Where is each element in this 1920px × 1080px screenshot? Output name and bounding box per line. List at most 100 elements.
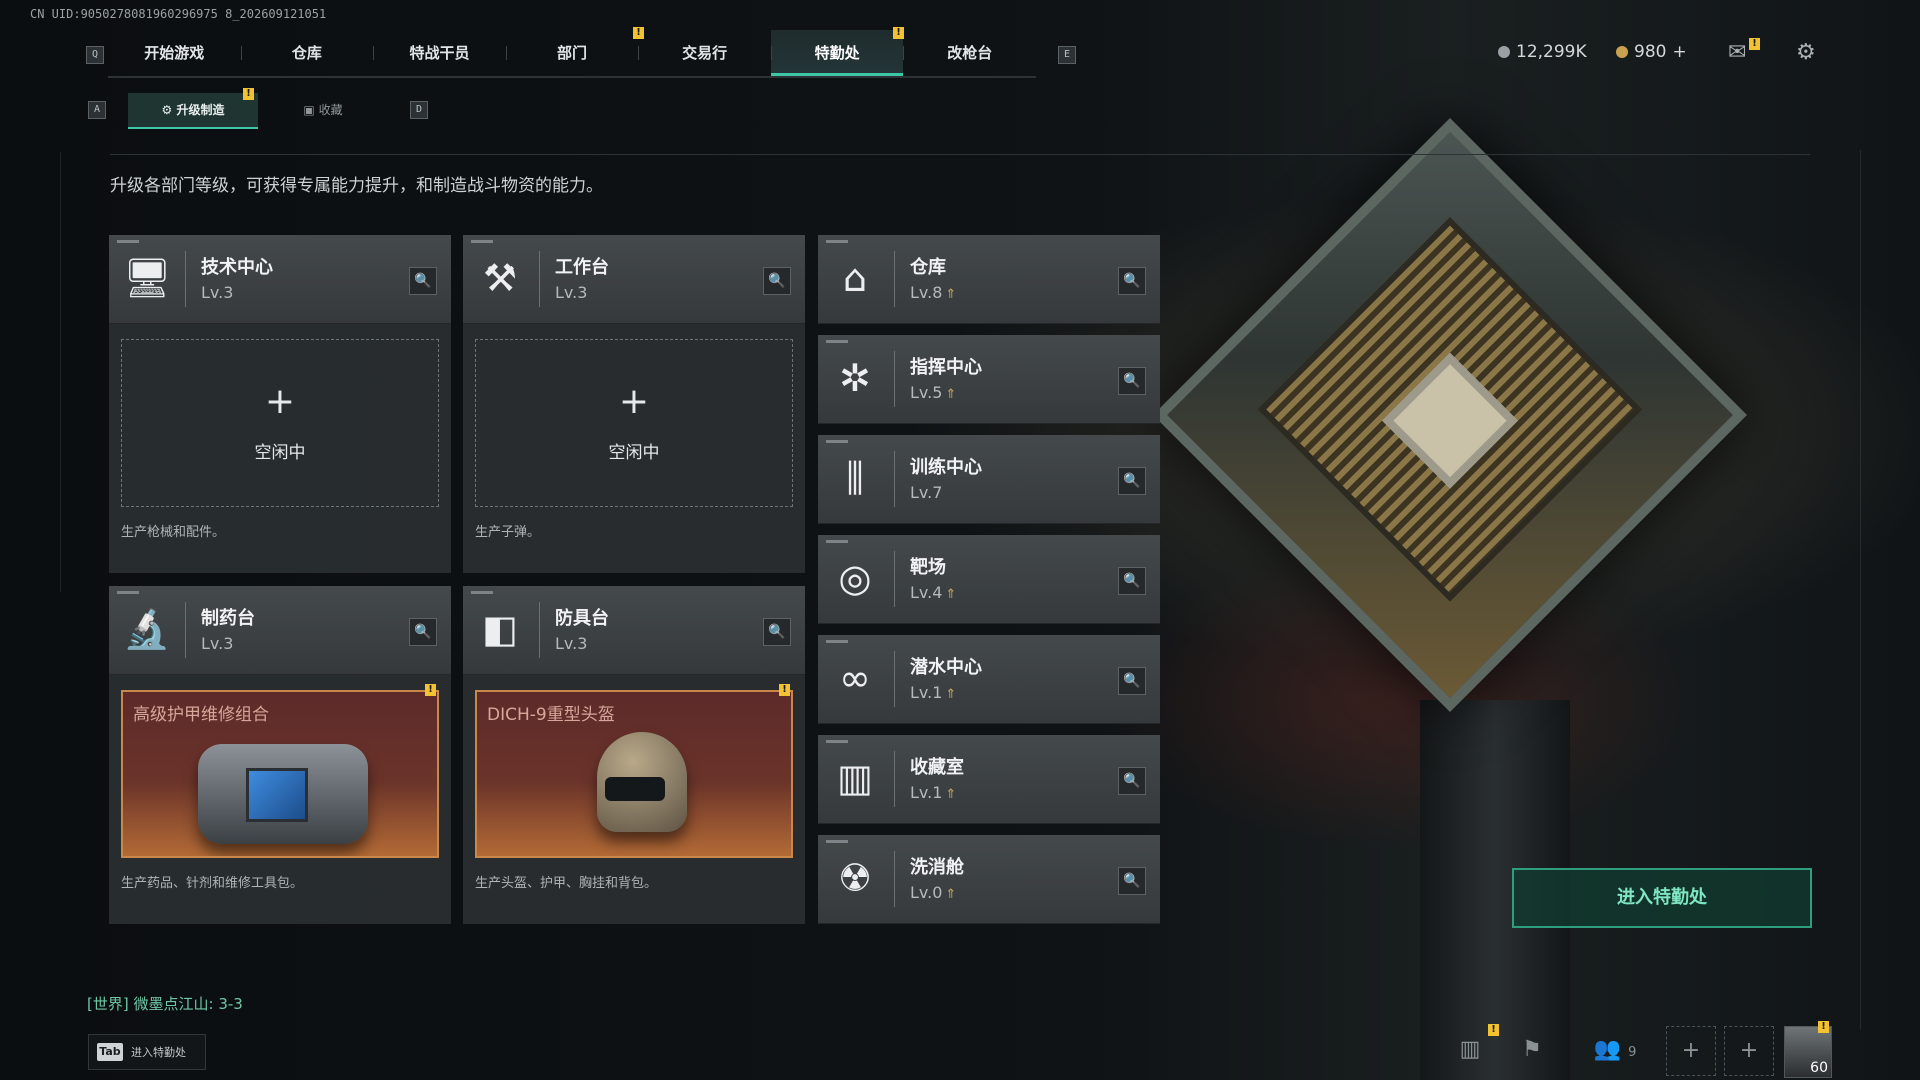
world-chat-line[interactable]: [世界] 微墨点江山: 3-3 <box>87 993 243 1014</box>
tab-operators[interactable]: 特战干员 <box>373 30 506 76</box>
add-gold-button[interactable]: + <box>1672 42 1686 62</box>
notify-badge-avatar: ! <box>1818 1021 1829 1033</box>
search-icon[interactable]: 🔍 <box>409 618 437 646</box>
workshop-note: 生产头盔、护甲、胸挂和背包。 <box>475 876 658 891</box>
stats-icon[interactable]: ▥ <box>1446 1026 1494 1074</box>
tab-trade[interactable]: 交易行 <box>638 30 771 76</box>
flag-icon[interactable]: ⚑ <box>1508 1026 1556 1074</box>
workshop-card-tech-center[interactable]: 🖥 技术中心 Lv.3 🔍 + 空闲中 生产枪械和配件。 <box>109 235 451 573</box>
computer-icon: 🖥 <box>123 256 172 300</box>
divider <box>110 154 1810 155</box>
microscope-icon: 🔬 <box>123 607 171 651</box>
notify-badge-item: ! <box>779 684 790 696</box>
department-diving-center[interactable]: ∞ 潜水中心 Lv.1 ⇑ 🔍 <box>818 635 1160 724</box>
workshop-card-armor[interactable]: ◧ 防具台 Lv.3 🔍 DICH-9重型头盔 ! 生产头盔、护甲、胸挂和背包。 <box>463 586 805 924</box>
tools-icon: ⚒ <box>482 256 518 300</box>
item-name: DICH-9重型头盔 <box>487 705 615 725</box>
search-icon[interactable]: 🔍 <box>763 267 791 295</box>
command-icon: ✲ <box>839 356 871 400</box>
tab-shortcut-hint[interactable]: Tab 进入特勤处 <box>88 1034 206 1070</box>
workshop-note: 生产子弹。 <box>475 525 541 540</box>
upgrade-arrow-icon: ⇑ <box>945 887 957 902</box>
workshop-name: 技术中心 <box>201 257 273 278</box>
tab-warehouse[interactable]: 仓库 <box>240 30 374 76</box>
idle-slot[interactable]: + 空闲中 <box>121 339 439 507</box>
friends-icon: 👥 <box>1593 1037 1622 1062</box>
gold-currency: 980 + <box>1616 42 1687 62</box>
key-hint-prev-subtab: A <box>88 101 106 119</box>
workshop-card-workbench[interactable]: ⚒ 工作台 Lv.3 🔍 + 空闲中 生产子弹。 <box>463 235 805 573</box>
upgrade-arrow-icon: ⇑ <box>945 687 957 702</box>
plus-icon: + <box>264 381 296 422</box>
collection-icon: ▣ <box>303 103 319 117</box>
search-icon[interactable]: 🔍 <box>1118 767 1146 795</box>
workshop-level: Lv.3 <box>555 283 588 302</box>
department-warehouse[interactable]: ⌂ 仓库 Lv.8 ⇑ 🔍 <box>818 235 1160 324</box>
tab-departments[interactable]: 部门 <box>505 30 639 76</box>
key-hint-prev-tab: Q <box>86 46 104 64</box>
page-description: 升级各部门等级，可获得专属能力提升，和制造战斗物资的能力。 <box>110 176 603 196</box>
workshop-note: 生产药品、针剂和维修工具包。 <box>121 876 304 891</box>
notify-badge-departments: ! <box>633 27 644 39</box>
radiation-icon: ☢ <box>837 856 873 900</box>
upgrade-arrow-icon: ⇑ <box>945 287 957 302</box>
tab-special-ops[interactable]: 特勤处 <box>770 30 904 76</box>
user-uid: CN UID:9050278081960296975 8_20260912105… <box>30 7 327 21</box>
heavy-helmet-image <box>597 732 687 832</box>
department-collection-room[interactable]: ▥ 收藏室 Lv.1 ⇑ 🔍 <box>818 735 1160 824</box>
department-shooting-range[interactable]: ◎ 靶场 Lv.4 ⇑ 🔍 <box>818 535 1160 624</box>
subtab-collection[interactable]: ▣ 收藏 <box>258 93 388 127</box>
chat-message: 微墨点江山: 3-3 <box>133 995 243 1013</box>
workshop-name: 制药台 <box>201 608 255 629</box>
upgrade-arrow-icon: ⇑ <box>945 587 957 602</box>
search-icon[interactable]: 🔍 <box>1118 467 1146 495</box>
workshop-name: 防具台 <box>555 608 609 629</box>
department-command-center[interactable]: ✲ 指挥中心 Lv.5 ⇑ 🔍 <box>818 335 1160 424</box>
silver-currency: 12,299K <box>1498 42 1587 62</box>
department-decon-chamber[interactable]: ☢ 洗消舱 Lv.0 ⇑ 🔍 <box>818 835 1160 924</box>
upgrade-arrow-icon: ⇑ <box>945 787 957 802</box>
notify-badge-special-ops: ! <box>893 27 904 39</box>
idle-slot[interactable]: + 空闲中 <box>475 339 793 507</box>
tab-key: Tab <box>97 1043 123 1061</box>
add-teammate-slot-1[interactable]: + <box>1666 1026 1716 1076</box>
friends-button[interactable]: 👥 9 <box>1580 1026 1650 1074</box>
gear-icon[interactable]: ⚙ <box>1796 40 1816 65</box>
enter-special-ops-button[interactable]: 进入特勤处 <box>1512 868 1812 928</box>
search-icon[interactable]: 🔍 <box>1118 867 1146 895</box>
search-icon[interactable]: 🔍 <box>1118 667 1146 695</box>
workshop-name: 工作台 <box>555 257 609 278</box>
tab-gunsmith[interactable]: 改枪台 <box>903 30 1036 76</box>
workshop-level: Lv.3 <box>201 634 234 653</box>
blocks-icon: ◧ <box>482 607 518 651</box>
armor-repair-kit-image <box>198 744 368 844</box>
crafting-slot-item[interactable]: DICH-9重型头盔 <box>475 690 793 858</box>
special-ops-cube <box>1153 118 1747 712</box>
notify-badge-upgrade: ! <box>243 88 254 100</box>
notify-badge-mail: ! <box>1749 38 1760 50</box>
subtab-upgrade-craft[interactable]: ⚙ 升级制造 <box>128 93 258 129</box>
workshop-level: Lv.3 <box>555 634 588 653</box>
diving-mask-icon: ∞ <box>839 656 871 700</box>
plus-icon: + <box>618 381 650 422</box>
tab-start-game[interactable]: 开始游戏 <box>108 30 241 76</box>
department-training-center[interactable]: ⫼ 训练中心 Lv.7 🔍 <box>818 435 1160 524</box>
vault-icon: ▥ <box>837 756 873 800</box>
notify-badge-stats: ! <box>1488 1024 1499 1036</box>
workshop-card-pharmacy[interactable]: 🔬 制药台 Lv.3 🔍 高级护甲维修组合 ! 生产药品、针剂和维修工具包。 <box>109 586 451 924</box>
workshop-note: 生产枪械和配件。 <box>121 525 226 540</box>
upgrade-arrow-icon: ⇑ <box>945 387 957 402</box>
add-teammate-slot-2[interactable]: + <box>1724 1026 1774 1076</box>
search-icon[interactable]: 🔍 <box>409 267 437 295</box>
search-icon[interactable]: 🔍 <box>763 618 791 646</box>
crafting-slot-item[interactable]: 高级护甲维修组合 <box>121 690 439 858</box>
workshop-level: Lv.3 <box>201 283 234 302</box>
search-icon[interactable]: 🔍 <box>1118 567 1146 595</box>
chat-channel: [世界] <box>87 995 129 1013</box>
dumbbell-icon: ⫼ <box>846 456 864 500</box>
player-avatar[interactable]: 60 <box>1784 1026 1832 1078</box>
search-icon[interactable]: 🔍 <box>1118 267 1146 295</box>
search-icon[interactable]: 🔍 <box>1118 367 1146 395</box>
mail-icon[interactable]: ✉ <box>1728 40 1746 65</box>
notify-badge-item: ! <box>425 684 436 696</box>
